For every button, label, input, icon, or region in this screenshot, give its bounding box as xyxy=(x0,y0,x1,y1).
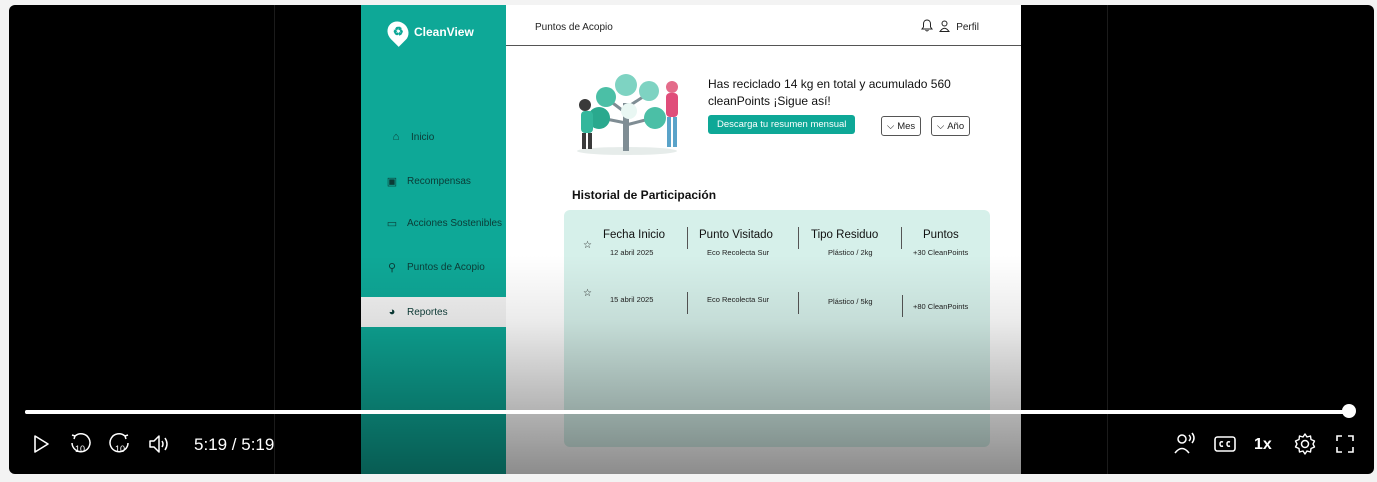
chevron-down-icon: ⌵ xyxy=(887,120,895,132)
year-dropdown-label: Año xyxy=(947,120,965,132)
star-icon[interactable]: ☆ xyxy=(583,288,592,299)
summary-message: Has reciclado 14 kg en total y acumulado… xyxy=(708,77,951,108)
gift-icon: ▣ xyxy=(386,175,398,188)
column-header: Tipo Residuo xyxy=(811,229,879,241)
time-display: 5:19 / 5:19 xyxy=(194,435,275,454)
sidebar-item-acciones-sostenibles[interactable]: ▭ Acciones Sostenibles xyxy=(361,208,506,238)
chart-pie-icon: ◕ xyxy=(388,306,396,318)
forward-icon: 10 xyxy=(109,432,129,454)
month-dropdown[interactable]: ⌵ Mes xyxy=(881,116,922,136)
gear-icon xyxy=(1294,433,1316,455)
cell-waste: Plástico / 5kg xyxy=(828,297,873,306)
sidebar-item-inicio[interactable]: ⌂ Inicio xyxy=(361,122,506,152)
cell-date: 12 abril 2025 xyxy=(610,248,654,257)
video-player[interactable]: ♻ CleanView ⌂ Inicio ▣ Recompensas ▭ Acc… xyxy=(9,5,1374,474)
video-frame: ♻ CleanView ⌂ Inicio ▣ Recompensas ▭ Acc… xyxy=(361,5,1021,474)
breadcrumb: Puntos de Acopio xyxy=(535,22,613,33)
sidebar-item-recompensas[interactable]: ▣ Recompensas xyxy=(361,166,506,196)
recycling-tree-illustration xyxy=(577,74,678,155)
user-icon[interactable] xyxy=(939,20,951,35)
volume-icon xyxy=(149,435,168,453)
closed-captions-icon xyxy=(1214,436,1236,452)
divider xyxy=(687,292,688,314)
divider xyxy=(798,292,799,314)
divider xyxy=(902,295,903,317)
home-icon: ⌂ xyxy=(392,131,400,143)
sidebar-item-label: Recompensas xyxy=(407,175,471,187)
app-name: CleanView xyxy=(414,25,474,39)
sidebar-item-puntos-de-acopio[interactable]: ⚲ Puntos de Acopio xyxy=(361,252,506,282)
cell-date: 15 abril 2025 xyxy=(610,295,654,304)
divider xyxy=(687,227,688,249)
playback-rate-button[interactable]: 1x xyxy=(1254,436,1272,454)
rewind-10-button[interactable]: 10 xyxy=(67,430,93,458)
profile-link[interactable]: Perfil xyxy=(956,22,979,33)
svg-text:10: 10 xyxy=(115,444,125,454)
logo: ♻ CleanView xyxy=(383,17,474,47)
cell-points: +30 CleanPoints xyxy=(913,248,969,257)
top-actions: Perfil xyxy=(921,19,979,35)
chevron-down-icon: ⌵ xyxy=(937,120,945,132)
star-icon[interactable]: ☆ xyxy=(583,240,592,251)
divider xyxy=(798,227,799,249)
pin-icon: ⚲ xyxy=(387,261,397,274)
divider xyxy=(1107,5,1108,474)
svg-text:10: 10 xyxy=(75,444,85,454)
progress-fill xyxy=(25,410,1349,414)
divider xyxy=(901,227,902,249)
volume-button[interactable] xyxy=(147,430,173,458)
fullscreen-button[interactable] xyxy=(1332,430,1358,458)
sidebar: ♻ CleanView ⌂ Inicio ▣ Recompensas ▭ Acc… xyxy=(361,5,506,474)
scrubber-handle[interactable] xyxy=(1342,404,1356,418)
forward-10-button[interactable]: 10 xyxy=(107,430,133,458)
column-header: Fecha Inicio xyxy=(603,229,666,241)
cell-waste: Plástico / 2kg xyxy=(828,248,873,257)
audio-description-icon xyxy=(1174,432,1195,454)
play-icon xyxy=(34,435,49,453)
recycle-logo-icon: ♻ xyxy=(383,17,413,47)
settings-button[interactable] xyxy=(1292,430,1318,458)
captions-button[interactable] xyxy=(1212,430,1238,458)
sidebar-item-label: Inicio xyxy=(411,131,435,143)
bell-icon[interactable] xyxy=(921,19,934,35)
history-title: Historial de Participación xyxy=(572,188,717,202)
sidebar-item-label: Acciones Sostenibles xyxy=(407,217,503,229)
column-header: Punto Visitado xyxy=(699,229,773,241)
download-summary-button[interactable]: Descarga tu resumen mensual xyxy=(708,115,856,134)
year-dropdown[interactable]: ⌵ Año xyxy=(931,116,971,136)
month-dropdown-label: Mes xyxy=(897,120,916,132)
progress-bar[interactable] xyxy=(25,404,1356,418)
top-bar: Puntos de Acopio Perfil xyxy=(506,5,1021,46)
divider xyxy=(274,5,275,474)
sidebar-item-label: Puntos de Acopio xyxy=(407,261,485,273)
audio-description-button[interactable] xyxy=(1172,430,1198,458)
column-header: Puntos xyxy=(923,229,959,241)
cell-points: +80 CleanPoints xyxy=(913,302,969,311)
fullscreen-icon xyxy=(1336,435,1354,453)
cell-place: Eco Recolecta Sur xyxy=(707,295,770,304)
sidebar-item-reportes[interactable]: ◕ Reportes xyxy=(361,297,506,327)
rewind-icon: 10 xyxy=(71,432,91,454)
folder-icon: ▭ xyxy=(386,217,398,230)
sidebar-item-label: Reportes xyxy=(407,306,448,318)
cell-place: Eco Recolecta Sur xyxy=(707,248,770,257)
play-button[interactable] xyxy=(29,430,53,458)
